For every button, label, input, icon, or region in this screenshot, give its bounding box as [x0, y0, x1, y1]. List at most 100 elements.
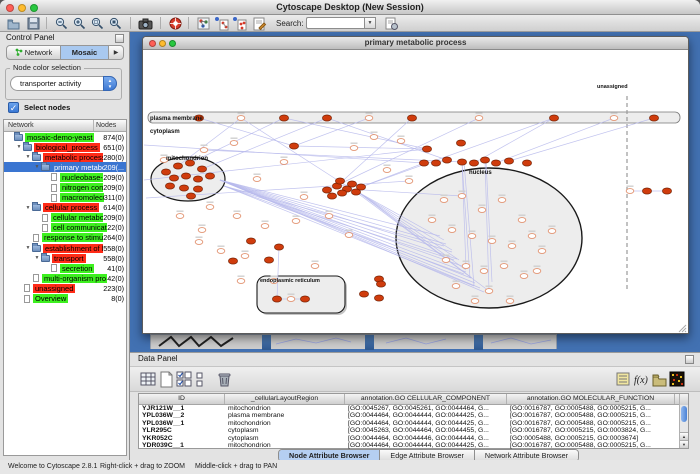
zoom-out-icon[interactable]	[54, 16, 69, 31]
network-window-titlebar[interactable]: primary metabolic process	[143, 37, 688, 50]
unselect-attributes-icon[interactable]	[194, 371, 211, 388]
control-panel-tabs: Network Mosaic ▶	[6, 45, 124, 60]
tree-row[interactable]: multi-organism pro42(0)	[4, 273, 126, 283]
import-attributes-icon[interactable]	[651, 371, 668, 388]
tree-node-count: 42(0)	[107, 274, 126, 283]
search-input[interactable]	[306, 17, 364, 29]
disclosure-triangle-icon[interactable]: ▼	[24, 154, 32, 160]
disclosure-triangle-icon[interactable]: ▼	[24, 205, 32, 211]
tree-row[interactable]: mosaic-demo-yeast874(0)	[4, 132, 126, 142]
toolbar-separator	[130, 17, 131, 29]
folder-icon	[23, 144, 32, 151]
table-row[interactable]: YKR052Ccytoplasm[GO:0044464, GO:0044446,…	[139, 435, 688, 442]
tree-row[interactable]: Overview8(0)	[4, 294, 126, 304]
table-row[interactable]: YLR295Ccytoplasm[GO:0045263, GO:0044464,…	[139, 427, 688, 434]
scroll-up-icon[interactable]: ▲	[680, 432, 688, 440]
snapshot-icon[interactable]	[138, 16, 153, 31]
new-attribute-icon[interactable]	[158, 371, 175, 388]
tree-row[interactable]: ▼biological_process651(0)	[4, 142, 126, 152]
background-window-fragment[interactable]	[150, 334, 557, 349]
table-cell: cytoplasm	[225, 427, 345, 434]
disclosure-triangle-icon[interactable]: ▼	[33, 164, 41, 170]
tree-label: cellular process	[43, 203, 99, 212]
delete-attribute-icon[interactable]	[216, 371, 233, 388]
tree-row[interactable]: cell communicat22(0)	[4, 223, 126, 233]
table-cell: cytoplasm	[225, 435, 345, 442]
attribute-table-icon[interactable]	[140, 371, 157, 388]
table-cell: YLR295C	[139, 427, 225, 434]
table-cell: YPL036W__1	[139, 420, 225, 427]
svg-text:unassigned: unassigned	[597, 84, 628, 90]
tree-label: mosaic-demo-yeast	[25, 133, 94, 142]
float-panel-icon[interactable]	[115, 34, 124, 43]
table-row[interactable]: YJR121W__1mitochondrion[GO:0045267, GO:0…	[139, 405, 688, 412]
tree-row[interactable]: ▼primary metabo209(...	[4, 162, 126, 172]
tree-row[interactable]: response to stimulu264(0)	[4, 233, 126, 243]
cytoscape-app-window: Cytoscape Desktop (New Session)	[0, 0, 700, 474]
tree-row[interactable]: secretion41(0)	[4, 263, 126, 273]
doc-icon	[51, 194, 57, 202]
search-dropdown-icon[interactable]: ▼	[364, 17, 376, 29]
tree-row[interactable]: macromolecule311(0)	[4, 193, 126, 203]
tree-node-count: 41(0)	[107, 264, 126, 273]
scroll-down-icon[interactable]: ▼	[680, 440, 688, 448]
color-attribute-select[interactable]: transporter activity ▲▼	[10, 76, 117, 91]
layout-spring-icon[interactable]	[214, 16, 229, 31]
network-glyph-icon	[15, 47, 23, 60]
tree-row[interactable]: ▼establishment of lo558(0)	[4, 243, 126, 253]
disclosure-triangle-icon[interactable]: ▼	[24, 245, 32, 251]
svg-text:plasma membrane: plasma membrane	[150, 116, 203, 122]
table-row[interactable]: YPL036W__2plasma membrane[GO:0044464, GO…	[139, 412, 688, 419]
help-ring-icon[interactable]	[168, 16, 183, 31]
attribute-table-header[interactable]: ID_cellularLayoutRegionannotation.GO CEL…	[139, 394, 688, 405]
table-scrollbar[interactable]: ▲ ▼	[679, 405, 688, 448]
doc-icon	[51, 264, 57, 272]
tab-mosaic[interactable]: Mosaic	[61, 46, 109, 59]
table-cell: [GO:0005488, GO:0005215, GO:0003674]	[507, 435, 675, 442]
zoom-selected-icon[interactable]	[90, 16, 105, 31]
tree-row[interactable]: ▼transport558(0)	[4, 253, 126, 263]
table-row[interactable]: YPL036W__1mitochondrion[GO:0044464, GO:0…	[139, 420, 688, 427]
disclosure-triangle-icon[interactable]: ▼	[15, 144, 23, 150]
tree-node-count: 8(0)	[111, 294, 126, 303]
network-view-title: primary metabolic process	[143, 38, 688, 47]
select-nodes-checkbox[interactable]: ✓	[8, 102, 19, 113]
doc-icon	[42, 224, 48, 232]
float-panel-icon[interactable]	[685, 355, 694, 364]
network-canvas[interactable]: plasma membranecytoplasmmitochondrionnuc…	[144, 50, 687, 333]
matrix-icon[interactable]	[669, 371, 686, 388]
status-bar: Welcome to Cytoscape 2.8.1 Right-click +…	[0, 460, 700, 474]
tree-label: cell communicat	[51, 223, 107, 232]
tree-row[interactable]: nucleobase-209(0)	[4, 172, 126, 182]
disclosure-triangle-icon[interactable]: ▼	[33, 255, 41, 261]
select-attributes-icon[interactable]	[176, 371, 193, 388]
layout-attribute-icon[interactable]	[232, 16, 247, 31]
column-header[interactable]: annotation.GO CELLULAR_COMPONENT	[345, 394, 507, 404]
network-tree-header[interactable]: Network Nodes	[4, 120, 126, 132]
attribute-list-icon[interactable]	[615, 371, 632, 388]
tree-row[interactable]: unassigned223(0)	[4, 283, 126, 293]
column-header[interactable]: annotation.GO MOLECULAR_FUNCTION	[507, 394, 675, 404]
network-overview-icon[interactable]	[196, 16, 211, 31]
annotation-icon[interactable]	[252, 16, 267, 31]
scrollbar-thumb[interactable]	[681, 406, 687, 422]
column-header[interactable]: ID	[139, 394, 225, 404]
table-cell: [GO:0016787, GO:0005215, GO:0003824, G..…	[507, 427, 675, 434]
tree-row[interactable]: nitrogen compo209(0)	[4, 182, 126, 192]
tree-label: establishment of lo	[43, 244, 103, 253]
open-icon[interactable]	[6, 16, 21, 31]
save-icon[interactable]	[26, 16, 41, 31]
zoom-fit-icon[interactable]	[108, 16, 123, 31]
tree-row[interactable]: cellular metabol209(0)	[4, 213, 126, 223]
resize-grip-icon[interactable]	[677, 323, 687, 333]
zoom-in-icon[interactable]	[72, 16, 87, 31]
tree-row[interactable]: ▼metabolic process280(0)	[4, 152, 126, 162]
node-color-selection-legend: Node color selection	[10, 63, 84, 72]
tab-network[interactable]: Network	[7, 46, 61, 59]
tree-row[interactable]: ▼cellular process614(0)	[4, 203, 126, 213]
formula-icon[interactable]: f(x)	[633, 371, 650, 388]
more-tabs-arrow-icon[interactable]: ▶	[109, 46, 123, 59]
search-config-icon[interactable]	[384, 16, 399, 31]
column-header[interactable]: _cellularLayoutRegion	[225, 394, 345, 404]
table-cell: [GO:0044464, GO:0044444, GO:0044425, G..…	[345, 420, 507, 427]
